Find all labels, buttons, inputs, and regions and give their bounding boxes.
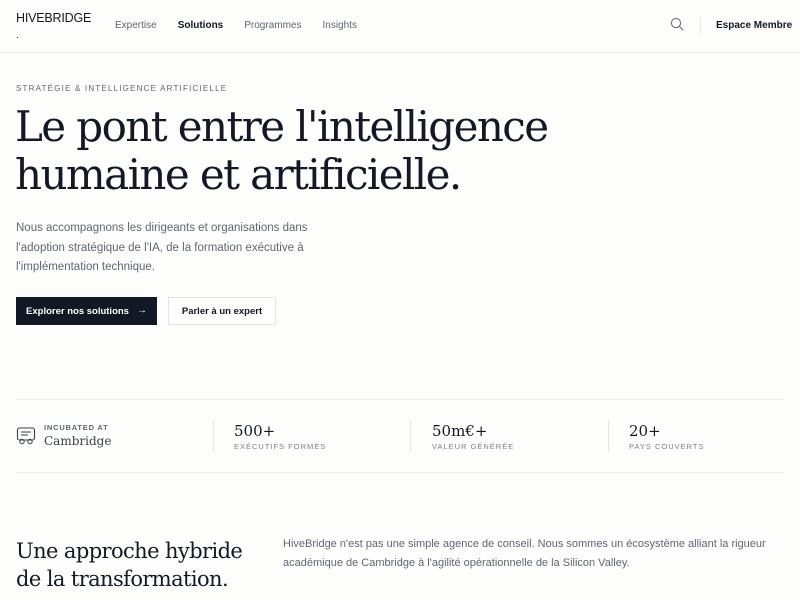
hero-eyebrow: STRATÉGIE & INTELLIGENCE ARTIFICIELLE bbox=[16, 84, 228, 93]
stat-label-countries: PAYS COUVERTS bbox=[629, 442, 705, 451]
brand-logo-dot: . bbox=[16, 30, 19, 41]
explore-solutions-label: Explorer nos solutions bbox=[26, 305, 129, 317]
hero-headline: Le pont entre l'intelligence humaine et … bbox=[15, 103, 555, 199]
stat-divider bbox=[608, 420, 609, 452]
nav-link-insights[interactable]: Insights bbox=[323, 20, 357, 31]
hero-headline-line-1: Le pont entre l'intelligence bbox=[15, 102, 549, 151]
stat-label-executives: EXÉCUTIFS FORMÉS bbox=[234, 442, 327, 451]
member-area-link[interactable]: Espace Membre bbox=[716, 20, 792, 31]
hero-description: Nous accompagnons les dirigeants et orga… bbox=[16, 222, 308, 273]
approach-title: Une approche hybride de la transformatio… bbox=[16, 537, 276, 593]
nav-link-solutions[interactable]: Solutions bbox=[178, 20, 224, 31]
incubated-label: INCUBATED AT bbox=[44, 423, 109, 432]
nav-link-expertise[interactable]: Expertise bbox=[115, 20, 157, 31]
top-navigation: HIVEBRIDGE . Expertise Solutions Program… bbox=[0, 0, 800, 53]
stat-value-generated: 50m€+ bbox=[432, 422, 488, 440]
approach-description: HiveBridge n'est pas une simple agence d… bbox=[283, 538, 766, 569]
explore-solutions-button[interactable]: Explorer nos solutions → bbox=[16, 297, 157, 325]
stat-divider bbox=[213, 420, 214, 452]
stat-value-countries: 20+ bbox=[629, 422, 661, 440]
arrow-right-icon: → bbox=[136, 305, 147, 316]
stats-bar: INCUBATED AT Cambridge 500+ EXÉCUTIFS FO… bbox=[16, 399, 784, 473]
approach-title-line-2: de la transformation. bbox=[16, 567, 229, 591]
main-menu: Expertise Solutions Programmes Insights bbox=[115, 20, 357, 31]
stat-label-generated: VALEUR GÉNÉRÉE bbox=[432, 442, 515, 451]
incubated-value: Cambridge bbox=[44, 434, 112, 448]
hero-headline-line-2: humaine et artificielle. bbox=[15, 150, 462, 199]
brand-logo[interactable]: HIVEBRIDGE bbox=[16, 11, 91, 25]
talk-to-expert-label: Parler à un expert bbox=[181, 305, 263, 317]
search-icon[interactable] bbox=[670, 17, 684, 31]
certificate-icon bbox=[16, 427, 36, 445]
approach-title-line-1: Une approche hybride bbox=[16, 539, 243, 563]
stat-divider bbox=[410, 420, 411, 452]
nav-link-programmes[interactable]: Programmes bbox=[244, 20, 301, 31]
talk-to-expert-button[interactable]: Parler à un expert bbox=[168, 297, 276, 325]
stat-value-executives: 500+ bbox=[234, 422, 276, 440]
nav-divider bbox=[700, 17, 701, 34]
